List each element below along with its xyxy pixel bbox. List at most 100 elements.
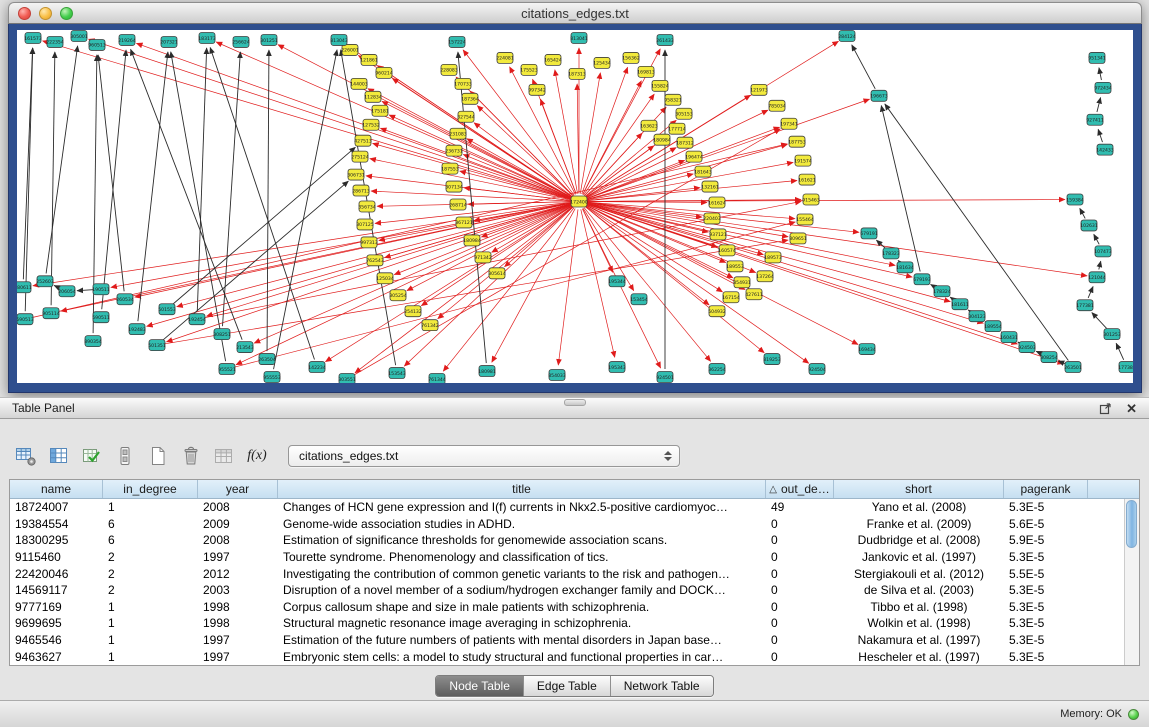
graph-node[interactable]: 301251 [260, 34, 278, 45]
graph-node[interactable]: 924504 [808, 364, 826, 375]
graph-node[interactable]: 301253 [1103, 329, 1121, 340]
graph-edge[interactable] [587, 203, 1087, 276]
float-panel-button[interactable] [1099, 402, 1112, 415]
graph-node[interactable]: 927411 [1086, 114, 1104, 125]
graph-node[interactable]: 197341 [780, 118, 798, 129]
graph-node[interactable]: 177381 [1076, 300, 1094, 311]
graph-node[interactable]: 980611 [17, 282, 32, 293]
function-builder-button[interactable]: f(x) [243, 442, 271, 470]
delete-column-button[interactable] [177, 442, 205, 470]
graph-node[interactable]: 254132 [404, 306, 422, 317]
table-row[interactable]: 1872400712008Changes of HCN gene express… [10, 499, 1139, 516]
graph-node[interactable]: 761344 [428, 374, 446, 383]
graph-edge[interactable] [1098, 129, 1102, 142]
graph-node[interactable]: 161573 [24, 32, 42, 43]
graph-edge[interactable] [587, 204, 1064, 364]
graph-node[interactable]: 228083 [440, 64, 458, 75]
graph-node[interactable]: 306731 [347, 169, 365, 180]
graph-node[interactable]: 813043 [330, 34, 348, 45]
graph-node[interactable]: 224081 [496, 52, 514, 63]
table-source-select[interactable]: citations_edges.txt [288, 445, 680, 467]
graph-edge[interactable] [392, 78, 572, 197]
graph-node[interactable]: 958321 [664, 94, 682, 105]
close-panel-icon[interactable]: ✕ [1126, 402, 1137, 415]
graph-node[interactable]: 153454 [630, 294, 648, 305]
graph-edge[interactable] [25, 48, 32, 311]
graph-node[interactable]: 127532 [362, 119, 380, 130]
graph-node[interactable]: 187313 [568, 68, 586, 79]
graph-node[interactable]: 169434 [858, 344, 876, 355]
graph-edge[interactable] [210, 47, 314, 359]
graph-node[interactable]: 195344 [608, 276, 626, 287]
graph-node[interactable]: 206054 [58, 286, 76, 297]
table-row[interactable]: 977716911998Corpus callosum shape and si… [10, 599, 1139, 616]
graph-node[interactable]: 809651 [789, 233, 807, 244]
graph-node[interactable]: 192454 [188, 314, 206, 325]
select-all-button[interactable] [78, 442, 106, 470]
graph-edge[interactable] [1099, 261, 1101, 269]
graph-node[interactable]: 263501 [1064, 362, 1082, 373]
graph-node[interactable]: 226001 [341, 44, 359, 55]
zoom-window-button[interactable] [60, 7, 73, 20]
column-header-year[interactable]: year [198, 480, 278, 498]
graph-node[interactable]: 107473 [1094, 246, 1112, 257]
graph-node[interactable]: 924503 [1018, 342, 1036, 353]
graph-edge[interactable] [1094, 234, 1099, 244]
graph-node[interactable]: 303551 [338, 374, 356, 383]
table-row[interactable]: 1938455462009Genome-wide association stu… [10, 516, 1139, 533]
graph-node[interactable]: 191574 [794, 155, 812, 166]
scrollbar-thumb[interactable] [1126, 500, 1137, 548]
row-options-button[interactable] [111, 442, 139, 470]
graph-edge[interactable] [46, 46, 78, 274]
graph-edge[interactable] [51, 52, 55, 305]
graph-node[interactable]: 183173 [198, 32, 216, 43]
graph-node[interactable]: 955521 [218, 364, 236, 375]
graph-node[interactable]: 196474 [685, 151, 703, 162]
graph-node[interactable]: 175181 [371, 105, 389, 116]
graph-edge[interactable] [138, 52, 168, 321]
graph-edge[interactable] [267, 50, 269, 351]
table-row[interactable]: 946362711997Embryonic stem cells: a mode… [10, 648, 1139, 665]
graph-node[interactable]: 367121 [455, 217, 473, 228]
table-row[interactable]: 2242004622012Investigating the contribut… [10, 565, 1139, 582]
graph-node[interactable]: 501351 [148, 340, 166, 351]
graph-edge[interactable] [587, 99, 870, 199]
graph-node[interactable]: 189573 [764, 252, 782, 263]
graph-edge[interactable] [585, 120, 676, 196]
graph-edge[interactable] [505, 207, 573, 267]
table-row[interactable]: 911546021997Tourette syndrome. Phenomeno… [10, 549, 1139, 566]
graph-node[interactable]: 305001 [70, 30, 88, 41]
graph-edge[interactable] [380, 128, 571, 199]
graph-node[interactable]: 890354 [84, 336, 102, 347]
graph-node[interactable]: 180984 [653, 134, 671, 145]
column-header-pagerank[interactable]: pagerank [1004, 480, 1088, 498]
graph-edge[interactable] [216, 42, 572, 198]
graph-node[interactable]: 819253 [763, 354, 781, 365]
graph-node[interactable]: 305254 [389, 290, 407, 301]
graph-edge[interactable] [585, 146, 654, 197]
graph-node[interactable]: 260534 [116, 294, 134, 305]
graph-node[interactable]: 160574 [718, 245, 736, 256]
graph-node[interactable]: 156362 [622, 52, 640, 63]
graph-node[interactable]: 196673 [870, 90, 888, 101]
column-header-out-de-[interactable]: △out_de… [766, 480, 834, 498]
graph-node[interactable]: 177384 [1118, 362, 1133, 373]
graph-node[interactable]: 304123 [968, 311, 986, 322]
graph-node[interactable]: 307134 [445, 181, 463, 192]
graph-node[interactable]: 189553 [726, 261, 744, 272]
graph-node[interactable]: 252603 [36, 276, 54, 287]
graph-node[interactable]: 121044 [1088, 272, 1106, 283]
graph-edge[interactable] [852, 45, 876, 89]
graph-node[interactable]: 997313 [360, 237, 378, 248]
graph-node[interactable]: 219264 [118, 34, 136, 45]
graph-node[interactable]: 165424 [544, 54, 562, 65]
graph-node[interactable]: 161621 [798, 174, 816, 185]
graph-node[interactable]: 142234 [308, 362, 326, 373]
table-settings-button[interactable] [12, 442, 40, 470]
graph-node[interactable]: 181634 [896, 262, 914, 273]
graph-node[interactable]: 261433 [656, 34, 674, 45]
graph-node[interactable]: 427611 [745, 289, 763, 300]
graph-node[interactable]: 178324 [933, 286, 951, 297]
graph-node[interactable]: 142433 [1096, 144, 1114, 155]
graph-edge[interactable] [583, 209, 661, 368]
